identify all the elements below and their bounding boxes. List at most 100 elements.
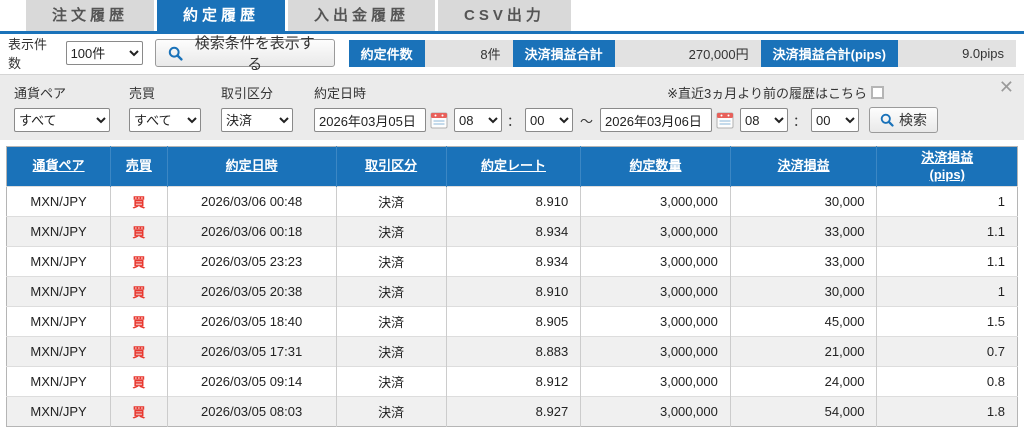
cell-settlement-pl: 21,000 xyxy=(730,337,877,367)
settlement-pl-badge: 決済損益合計 xyxy=(513,40,615,67)
header-settlement-pl[interactable]: 決済損益 xyxy=(730,147,877,187)
header-execution-rate-label[interactable]: 約定レート xyxy=(481,158,546,173)
cell-settlement-pl-pips: 1.1 xyxy=(877,247,1018,277)
settlement-pl-pips-badge: 決済損益合計(pips) xyxy=(761,40,898,67)
minute-from-select[interactable]: 00 xyxy=(525,108,573,132)
old-history-link-label: ※直近3ヵ月より前の履歴はこちら xyxy=(667,83,867,102)
toolbar: 表示件数 100件 検索条件を表示する 約定件数 8件 決済損益合計 270,0… xyxy=(0,34,1024,72)
cell-settlement-pl: 45,000 xyxy=(730,307,877,337)
cell-settlement-pl: 30,000 xyxy=(730,187,877,217)
external-window-icon xyxy=(871,86,884,99)
execution-history-table: 通貨ペア 売買 約定日時 取引区分 約定レート 約定数量 決済損益 決済損益 (… xyxy=(6,146,1018,427)
trade-type-label: 取引区分 xyxy=(221,83,314,103)
hour-to-select[interactable]: 08 xyxy=(740,108,788,132)
cell-trade-type: 決済 xyxy=(336,247,446,277)
tab-order-history[interactable]: 注文履歴 xyxy=(26,0,154,31)
header-execution-rate[interactable]: 約定レート xyxy=(446,147,580,187)
table-row: MXN/JPY買2026/03/06 00:18決済8.9343,000,000… xyxy=(7,217,1018,247)
table-row: MXN/JPY買2026/03/05 08:03決済8.9273,000,000… xyxy=(7,397,1018,427)
settlement-pl-value: 270,000円 xyxy=(615,40,761,67)
cell-currency-pair: MXN/JPY xyxy=(7,187,111,217)
tab-csv-export[interactable]: CSV出力 xyxy=(438,0,571,31)
header-settlement-pl-pips-label[interactable]: 決済損益 (pips) xyxy=(921,150,973,181)
header-settlement-pl-pips[interactable]: 決済損益 (pips) xyxy=(877,147,1018,187)
execution-datetime-label: 約定日時 xyxy=(314,83,366,103)
colon-separator: ： xyxy=(507,111,520,130)
magnifier-icon xyxy=(168,46,183,61)
close-icon[interactable]: ✕ xyxy=(999,79,1014,97)
cell-buy-sell: 買 xyxy=(111,217,168,247)
summary-strip: 約定件数 8件 決済損益合計 270,000円 決済損益合計(pips) 9.0… xyxy=(349,40,1016,67)
cell-execution-quantity: 3,000,000 xyxy=(581,247,731,277)
table-row: MXN/JPY買2026/03/05 20:38決済8.9103,000,000… xyxy=(7,277,1018,307)
date-from-input[interactable] xyxy=(314,108,426,132)
cell-execution-datetime: 2026/03/06 00:18 xyxy=(167,217,336,247)
cell-settlement-pl: 30,000 xyxy=(730,277,877,307)
header-currency-pair-label[interactable]: 通貨ペア xyxy=(33,158,85,173)
header-buy-sell-label[interactable]: 売買 xyxy=(126,158,152,173)
header-trade-type-label[interactable]: 取引区分 xyxy=(365,158,417,173)
cell-execution-rate: 8.912 xyxy=(446,367,580,397)
magnifier-icon xyxy=(880,113,894,127)
cell-settlement-pl-pips: 1.8 xyxy=(877,397,1018,427)
cell-currency-pair: MXN/JPY xyxy=(7,247,111,277)
cell-settlement-pl-pips: 1 xyxy=(877,277,1018,307)
cell-trade-type: 決済 xyxy=(336,337,446,367)
trade-type-select[interactable]: 決済 xyxy=(221,108,293,132)
header-trade-type[interactable]: 取引区分 xyxy=(336,147,446,187)
cell-settlement-pl-pips: 1 xyxy=(877,187,1018,217)
cell-execution-rate: 8.910 xyxy=(446,277,580,307)
cell-currency-pair: MXN/JPY xyxy=(7,217,111,247)
table-row: MXN/JPY買2026/03/06 00:48決済8.9103,000,000… xyxy=(7,187,1018,217)
show-search-conditions-button[interactable]: 検索条件を表示する xyxy=(155,39,335,67)
currency-pair-select[interactable]: すべて xyxy=(14,108,110,132)
cell-settlement-pl-pips: 0.8 xyxy=(877,367,1018,397)
header-execution-datetime-label[interactable]: 約定日時 xyxy=(226,158,278,173)
buy-sell-select[interactable]: すべて xyxy=(129,108,201,132)
minute-to-select[interactable]: 00 xyxy=(811,108,859,132)
cell-execution-datetime: 2026/03/06 00:48 xyxy=(167,187,336,217)
header-buy-sell[interactable]: 売買 xyxy=(111,147,168,187)
calendar-icon[interactable] xyxy=(430,111,448,129)
cell-buy-sell: 買 xyxy=(111,247,168,277)
header-currency-pair[interactable]: 通貨ペア xyxy=(7,147,111,187)
hour-from-select[interactable]: 08 xyxy=(454,108,502,132)
cell-execution-quantity: 3,000,000 xyxy=(581,277,731,307)
search-button[interactable]: 検索 xyxy=(869,107,938,133)
execution-count-badge: 約定件数 xyxy=(349,40,425,67)
buy-sell-label: 売買 xyxy=(129,83,221,103)
display-count-select[interactable]: 100件 xyxy=(66,41,143,65)
table-row: MXN/JPY買2026/03/05 23:23決済8.9343,000,000… xyxy=(7,247,1018,277)
cell-execution-datetime: 2026/03/05 23:23 xyxy=(167,247,336,277)
execution-history-table-wrap: 通貨ペア 売買 約定日時 取引区分 約定レート 約定数量 決済損益 決済損益 (… xyxy=(6,146,1018,427)
cell-execution-quantity: 3,000,000 xyxy=(581,397,731,427)
cell-execution-datetime: 2026/03/05 09:14 xyxy=(167,367,336,397)
header-execution-quantity[interactable]: 約定数量 xyxy=(581,147,731,187)
header-settlement-pl-label[interactable]: 決済損益 xyxy=(778,158,830,173)
cell-settlement-pl: 54,000 xyxy=(730,397,877,427)
cell-execution-datetime: 2026/03/05 20:38 xyxy=(167,277,336,307)
tab-deposit-withdrawal-history[interactable]: 入出金履歴 xyxy=(288,0,435,31)
filter-controls-row: すべて すべて 決済 08 ： 00 ～ xyxy=(14,107,1010,133)
cell-trade-type: 決済 xyxy=(336,277,446,307)
header-execution-datetime[interactable]: 約定日時 xyxy=(167,147,336,187)
cell-execution-rate: 8.934 xyxy=(446,247,580,277)
cell-execution-quantity: 3,000,000 xyxy=(581,367,731,397)
cell-execution-rate: 8.905 xyxy=(446,307,580,337)
header-execution-quantity-label[interactable]: 約定数量 xyxy=(630,158,682,173)
cell-settlement-pl-pips: 1.1 xyxy=(877,217,1018,247)
cell-execution-quantity: 3,000,000 xyxy=(581,217,731,247)
date-to-input[interactable] xyxy=(600,108,712,132)
cell-buy-sell: 買 xyxy=(111,277,168,307)
cell-trade-type: 決済 xyxy=(336,367,446,397)
cell-buy-sell: 買 xyxy=(111,397,168,427)
cell-execution-datetime: 2026/03/05 17:31 xyxy=(167,337,336,367)
tab-execution-history[interactable]: 約定履歴 xyxy=(157,0,285,31)
tab-bar: 注文履歴 約定履歴 入出金履歴 CSV出力 xyxy=(0,0,1024,34)
cell-trade-type: 決済 xyxy=(336,217,446,247)
search-button-label: 検索 xyxy=(899,110,927,130)
table-body: MXN/JPY買2026/03/06 00:48決済8.9103,000,000… xyxy=(7,187,1018,427)
calendar-icon[interactable] xyxy=(716,111,734,129)
display-count-label: 表示件数 xyxy=(8,34,60,72)
old-history-link[interactable]: ※直近3ヵ月より前の履歴はこちら xyxy=(667,83,884,102)
